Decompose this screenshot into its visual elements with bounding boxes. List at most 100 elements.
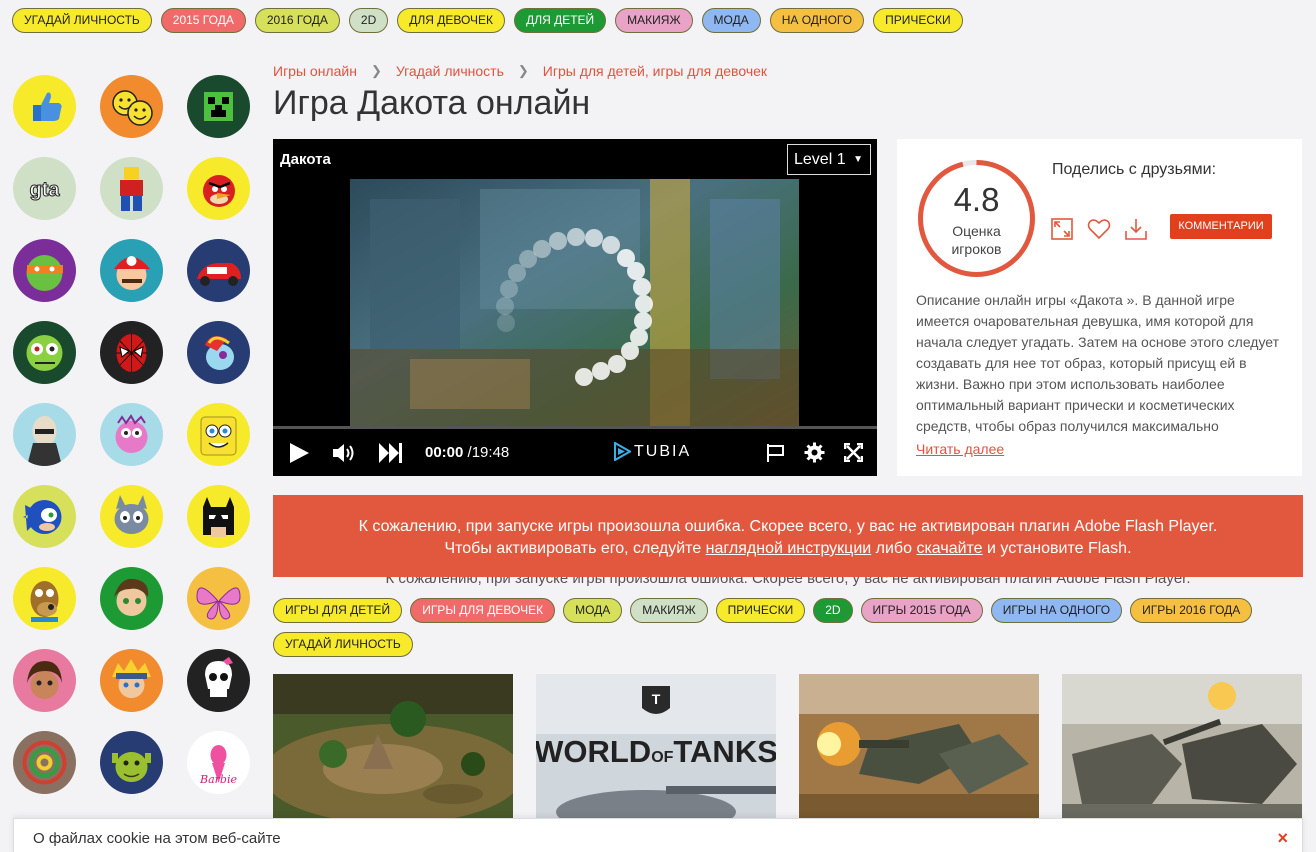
top-tag-2[interactable]: 2016 года — [254, 8, 340, 33]
naruto-icon[interactable] — [100, 649, 163, 712]
flash-error-banner: К сожалению, при запуске игры произошла … — [273, 495, 1303, 577]
gear-icon[interactable] — [804, 442, 825, 463]
share-title: Поделись с друзьями: — [1052, 161, 1217, 178]
flash-download-link[interactable]: скачайте — [916, 540, 982, 557]
error-line-2-mid: либо — [875, 540, 912, 557]
gru-icon[interactable] — [13, 403, 76, 466]
sonic-icon-glyph — [23, 500, 62, 534]
tank-fire-image — [799, 674, 1039, 824]
video-frame[interactable] — [350, 179, 799, 427]
game-tag-0[interactable]: Игры для детей — [273, 598, 403, 623]
game-tag-6[interactable]: Игры 2015 года — [860, 598, 983, 623]
pony-icon-glyph — [205, 336, 234, 370]
game-tag-8[interactable]: Игры 2016 года — [1130, 598, 1253, 623]
sonic-icon[interactable] — [13, 485, 76, 548]
minecraft-icon-glyph — [204, 92, 233, 121]
heart-icon[interactable] — [1087, 217, 1111, 241]
dora-icon-glyph — [27, 661, 62, 699]
monster-high-icon[interactable] — [187, 649, 250, 712]
game-thumb-world-of-tanks[interactable]: T WORLDOFTANKS — [536, 674, 776, 824]
tubia-logo-icon — [614, 442, 631, 461]
video-progress-bar[interactable] — [273, 426, 877, 429]
time-total: /19:48 — [467, 444, 510, 461]
game-thumb-stone-age[interactable] — [273, 674, 513, 824]
top-tag-0[interactable]: Угадай личность — [12, 8, 152, 33]
game-tag-5[interactable]: 2D — [813, 598, 853, 623]
zombie-icon[interactable] — [13, 321, 76, 384]
scooby-icon[interactable] — [13, 567, 76, 630]
dora-icon[interactable] — [13, 649, 76, 712]
download-icon[interactable] — [1124, 217, 1148, 241]
level-select[interactable]: Level 1 ▼ — [787, 144, 871, 175]
barbie-icon[interactable]: Barbie — [187, 731, 250, 794]
player-controls: 00:00 /19:48 TUBIA — [273, 431, 877, 476]
top-tag-4[interactable]: Для девочек — [397, 8, 506, 33]
pony-icon[interactable] — [187, 321, 250, 384]
game-thumb-mech-tanks[interactable] — [1062, 674, 1302, 824]
game-tag-7[interactable]: Игры на одного — [990, 598, 1123, 623]
read-more-link[interactable]: Читать далее — [916, 441, 1004, 457]
play-icon[interactable] — [288, 442, 310, 464]
comments-button[interactable]: Комментарии — [1170, 214, 1272, 239]
gta-icon[interactable]: gta — [13, 157, 76, 220]
rating-label-line2: игроков — [951, 241, 1002, 257]
mario-icon-glyph — [114, 256, 150, 290]
like-icon[interactable] — [13, 75, 76, 138]
error-line-2: Чтобы активировать его, следуйте наглядн… — [273, 538, 1303, 560]
game-tag-9[interactable]: Угадай личность — [273, 632, 413, 657]
mario-icon[interactable] — [100, 239, 163, 302]
level-select-value: Level 1 — [794, 151, 846, 168]
game-thumb-tank-fire[interactable] — [799, 674, 1039, 824]
skip-forward-icon[interactable] — [378, 442, 404, 464]
cookie-banner[interactable]: О файлах cookie на этом веб-сайте × — [13, 818, 1303, 852]
breadcrumb-home-link[interactable]: Игры онлайн — [273, 63, 357, 79]
turtle-icon[interactable] — [13, 239, 76, 302]
naruto-icon-glyph — [112, 659, 151, 698]
batman-icon-glyph — [203, 497, 234, 537]
zuma-icon[interactable] — [13, 731, 76, 794]
game-tag-2[interactable]: Мода — [563, 598, 623, 623]
top-tag-3[interactable]: 2D — [348, 8, 389, 33]
top-tag-7[interactable]: Мода — [701, 8, 761, 33]
breadcrumb-subcategory-link[interactable]: Игры для детей, игры для девочек — [543, 63, 767, 79]
tom-jerry-icon[interactable] — [100, 485, 163, 548]
time-current: 00:00 — [425, 444, 464, 461]
gru-icon-glyph — [27, 416, 62, 466]
game-tag-1[interactable]: Игры для девочек — [410, 598, 556, 623]
cars-icon[interactable] — [187, 239, 250, 302]
game-tag-3[interactable]: Макияж — [630, 598, 708, 623]
breadcrumb-category-link[interactable]: Угадай личность — [396, 63, 504, 79]
shrek-icon[interactable] — [100, 731, 163, 794]
spiderman-icon[interactable] — [100, 321, 163, 384]
ben10-icon[interactable] — [100, 567, 163, 630]
scooby-icon-glyph — [30, 581, 59, 622]
top-tag-9[interactable]: Прически — [873, 8, 963, 33]
top-tag-bar: Угадай личность 2015 года 2016 года 2D Для д… — [12, 8, 963, 33]
smiley-icon[interactable] — [100, 75, 163, 138]
volume-icon[interactable] — [332, 442, 357, 464]
top-tag-1[interactable]: 2015 года — [160, 8, 246, 33]
top-tag-8[interactable]: На одного — [769, 8, 865, 33]
svg-text:Barbie: Barbie — [199, 773, 237, 786]
spongebob-icon-glyph — [200, 416, 237, 456]
close-icon[interactable]: × — [1277, 828, 1288, 849]
fullscreen-icon[interactable] — [844, 443, 863, 462]
video-player[interactable]: Дакота Level 1 ▼ 00:00 /19:48 TUBIA — [273, 139, 877, 476]
player-brand-text: TUBIA — [634, 442, 692, 460]
flash-instruction-link[interactable]: наглядной инструкции — [706, 540, 872, 557]
top-tag-6[interactable]: Макияж — [615, 8, 693, 33]
smeshariki-icon[interactable] — [100, 403, 163, 466]
winx-icon[interactable] — [187, 567, 250, 630]
flag-icon[interactable] — [765, 443, 787, 463]
angry-birds-icon[interactable] — [187, 157, 250, 220]
game-tag-4[interactable]: Прически — [715, 598, 806, 623]
top-tag-5[interactable]: Для детей — [514, 8, 607, 33]
barbie-icon-glyph: Barbie — [199, 745, 237, 786]
lego-icon[interactable] — [100, 157, 163, 220]
expand-icon[interactable] — [1050, 217, 1074, 241]
monster-high-icon-glyph — [205, 657, 233, 697]
spongebob-icon[interactable] — [187, 403, 250, 466]
minecraft-icon[interactable] — [187, 75, 250, 138]
zuma-icon-glyph — [22, 740, 67, 785]
batman-icon[interactable] — [187, 485, 250, 548]
